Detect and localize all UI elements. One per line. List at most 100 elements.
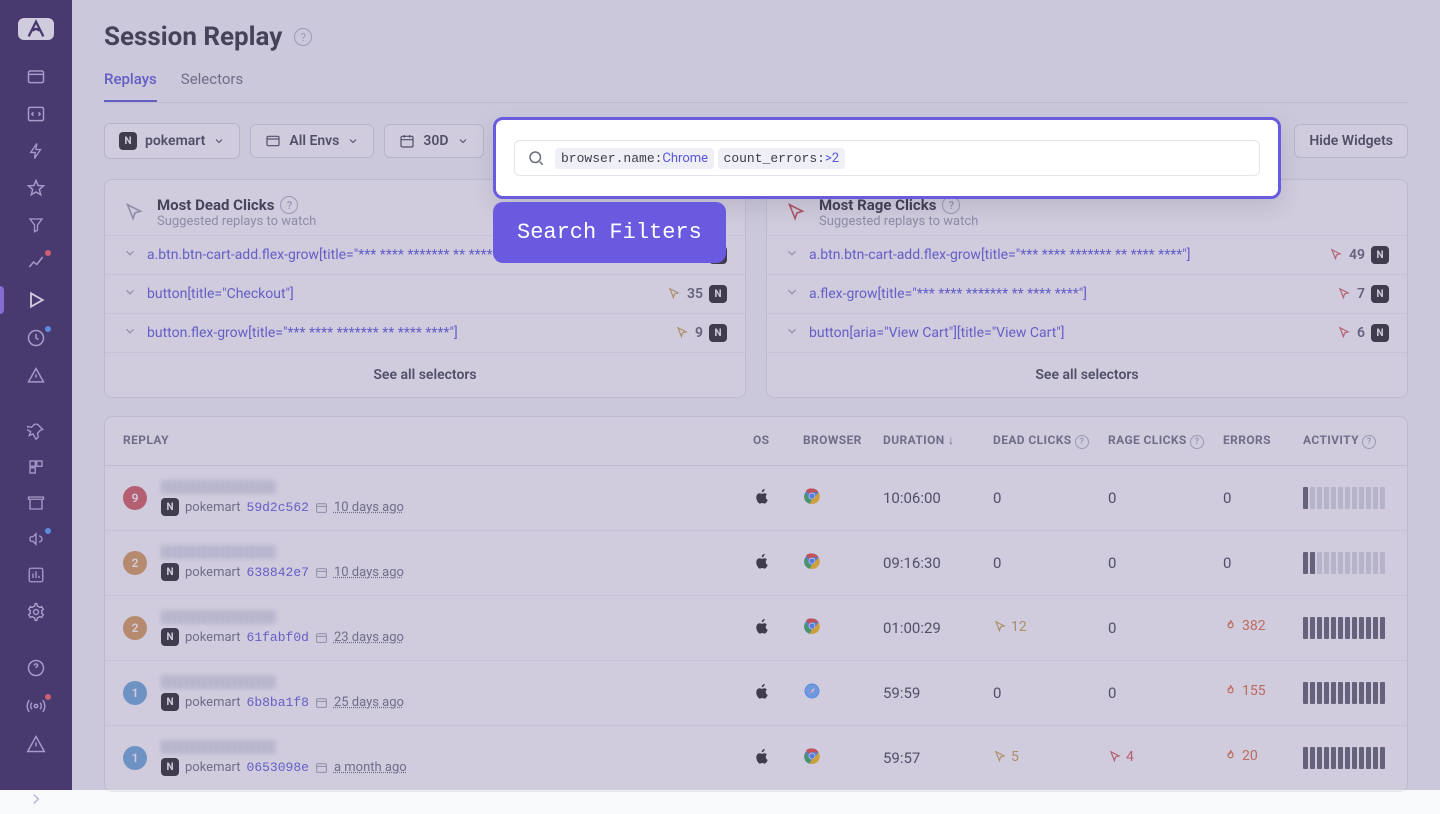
see-all-selectors-dead[interactable]: See all selectors (105, 352, 745, 397)
page-title: Session Replay (104, 22, 282, 52)
range-label: 30D (423, 133, 448, 149)
chevron-down-icon (213, 135, 225, 147)
chevron-down-icon[interactable] (123, 324, 137, 342)
selector-row[interactable]: button[aria="View Cart"][title="View Car… (767, 313, 1407, 352)
tab-replays[interactable]: Replays (104, 60, 157, 102)
sidebar-projects-icon[interactable] (24, 66, 48, 86)
selector-text: button[title="Checkout"] (147, 286, 657, 302)
hide-widgets-button[interactable]: Hide Widgets (1294, 124, 1408, 158)
search-filter-chip[interactable]: browser.name:Chrome (555, 148, 714, 169)
replay-project: pokemart (185, 630, 241, 645)
sidebar-announce-icon[interactable] (24, 530, 48, 548)
th-rage[interactable]: RAGE CLICKS ? (1108, 433, 1223, 449)
table-row[interactable]: 1Npokemart6b8ba1f825 days ago59:5900 155 (105, 661, 1407, 726)
env-dropdown[interactable]: All Envs (250, 124, 374, 158)
table-row[interactable]: 1Npokemart0653098ea month ago59:57 5 4 2… (105, 726, 1407, 791)
table-row[interactable]: 9Npokemart59d2c56210 days ago10:06:00000 (105, 466, 1407, 531)
sidebar-funnel-icon[interactable] (24, 216, 48, 234)
replay-age: a month ago (334, 760, 407, 775)
help-icon: ? (1075, 435, 1089, 449)
hide-widgets-label: Hide Widgets (1309, 133, 1393, 149)
replay-table: REPLAY OS BROWSER DURATION ↓ DEAD CLICKS… (104, 416, 1408, 792)
selector-count: 6 N (1337, 324, 1389, 342)
chevron-down-icon[interactable] (123, 246, 137, 264)
sidebar-settings-icon[interactable] (24, 602, 48, 622)
daterange-dropdown[interactable]: 30D (384, 124, 483, 158)
selector-row[interactable]: button.flex-grow[title="*** **** *******… (105, 313, 745, 352)
sidebar-broadcast-icon[interactable] (24, 696, 48, 716)
sidebar-warning-icon[interactable] (24, 734, 48, 754)
logo-icon[interactable] (18, 18, 54, 40)
browser-cell (803, 487, 883, 509)
replay-hash[interactable]: 59d2c562 (247, 500, 309, 515)
sidebar-code-icon[interactable] (24, 104, 48, 124)
dead-cell: 0 (993, 489, 1108, 507)
tab-selectors[interactable]: Selectors (181, 60, 243, 102)
selector-count: 49 N (1329, 246, 1389, 264)
see-all-selectors-rage[interactable]: See all selectors (767, 352, 1407, 397)
sidebar-clock-icon[interactable] (24, 328, 48, 348)
replay-name-redacted (161, 610, 276, 624)
widget-dead-sub: Suggested replays to watch (157, 214, 316, 229)
calendar-icon (399, 133, 415, 149)
th-activity[interactable]: ACTIVITY ? (1303, 433, 1389, 449)
replay-project: pokemart (185, 500, 241, 515)
selector-row[interactable]: button[title="Checkout"] 35 N (105, 274, 745, 313)
sidebar-bars-icon[interactable] (24, 566, 48, 584)
errors-cell: 0 (1223, 489, 1303, 507)
activity-cell (1303, 617, 1389, 639)
replay-hash[interactable]: 6b8ba1f8 (247, 695, 309, 710)
sidebar-archive-icon[interactable] (24, 494, 48, 512)
chevron-down-icon[interactable] (123, 285, 137, 303)
chevron-down-icon[interactable] (785, 246, 799, 264)
calendar-icon (315, 761, 328, 774)
th-browser[interactable]: BROWSER (803, 433, 883, 449)
replay-age: 25 days ago (334, 695, 404, 710)
os-cell (753, 747, 803, 769)
sidebar-grid-icon[interactable] (24, 458, 48, 476)
sidebar-pin-icon[interactable] (24, 422, 48, 440)
replay-project: pokemart (185, 760, 241, 775)
table-row[interactable]: 2Npokemart61fabf0d23 days ago01:00:29 12… (105, 596, 1407, 661)
sidebar-alert-icon[interactable] (24, 366, 48, 386)
sidebar-collapse-icon[interactable] (24, 790, 48, 808)
th-dead[interactable]: DEAD CLICKS ? (993, 433, 1108, 449)
table-row[interactable]: 2Npokemart638842e710 days ago09:16:30000 (105, 531, 1407, 596)
th-os[interactable]: OS (753, 433, 803, 449)
replay-project: pokemart (185, 695, 241, 710)
th-replay[interactable]: REPLAY (123, 433, 753, 449)
project-badge-icon: N (161, 693, 179, 711)
replay-name-redacted (161, 675, 276, 689)
replay-hash[interactable]: 638842e7 (247, 565, 309, 580)
rank-badge: 1 (123, 681, 147, 705)
replay-name-redacted (161, 545, 276, 559)
project-badge-icon: N (1371, 324, 1389, 342)
project-dropdown[interactable]: N pokemart (104, 123, 240, 159)
th-duration[interactable]: DURATION ↓ (883, 433, 993, 449)
replay-meta: Npokemart638842e710 days ago (161, 563, 404, 581)
title-help-icon[interactable]: ? (294, 28, 312, 46)
replay-hash[interactable]: 0653098e (247, 760, 309, 775)
replay-age: 10 days ago (334, 565, 404, 580)
rage-cell: 0 (1108, 489, 1223, 507)
help-icon[interactable]: ? (280, 196, 298, 214)
sidebar-star-icon[interactable] (24, 178, 48, 198)
sidebar-replay-icon[interactable] (24, 290, 48, 310)
selector-row[interactable]: a.flex-grow[title="*** **** ******* ** *… (767, 274, 1407, 313)
sidebar-chart-icon[interactable] (24, 252, 48, 272)
errors-cell: 155 (1223, 683, 1303, 703)
chevron-down-icon[interactable] (785, 285, 799, 303)
selector-text: a.btn.btn-cart-add.flex-grow[title="*** … (809, 247, 1319, 263)
search-filters-highlight: browser.name:Chrome count_errors:>2 (493, 117, 1281, 199)
duration-cell: 59:57 (883, 749, 993, 767)
search-filter-chip[interactable]: count_errors:>2 (718, 148, 846, 169)
chevron-down-icon[interactable] (785, 324, 799, 342)
widget-rage-clicks: Most Rage Clicks ? Suggested replays to … (766, 179, 1408, 398)
th-errors[interactable]: ERRORS (1223, 433, 1303, 449)
replay-hash[interactable]: 61fabf0d (247, 630, 309, 645)
search-input[interactable]: browser.name:Chrome count_errors:>2 (514, 140, 1260, 176)
widget-rage-sub: Suggested replays to watch (819, 214, 978, 229)
sidebar-help-icon[interactable] (24, 658, 48, 678)
selector-row[interactable]: a.btn.btn-cart-add.flex-grow[title="*** … (767, 235, 1407, 274)
sidebar-lightning-icon[interactable] (24, 142, 48, 160)
